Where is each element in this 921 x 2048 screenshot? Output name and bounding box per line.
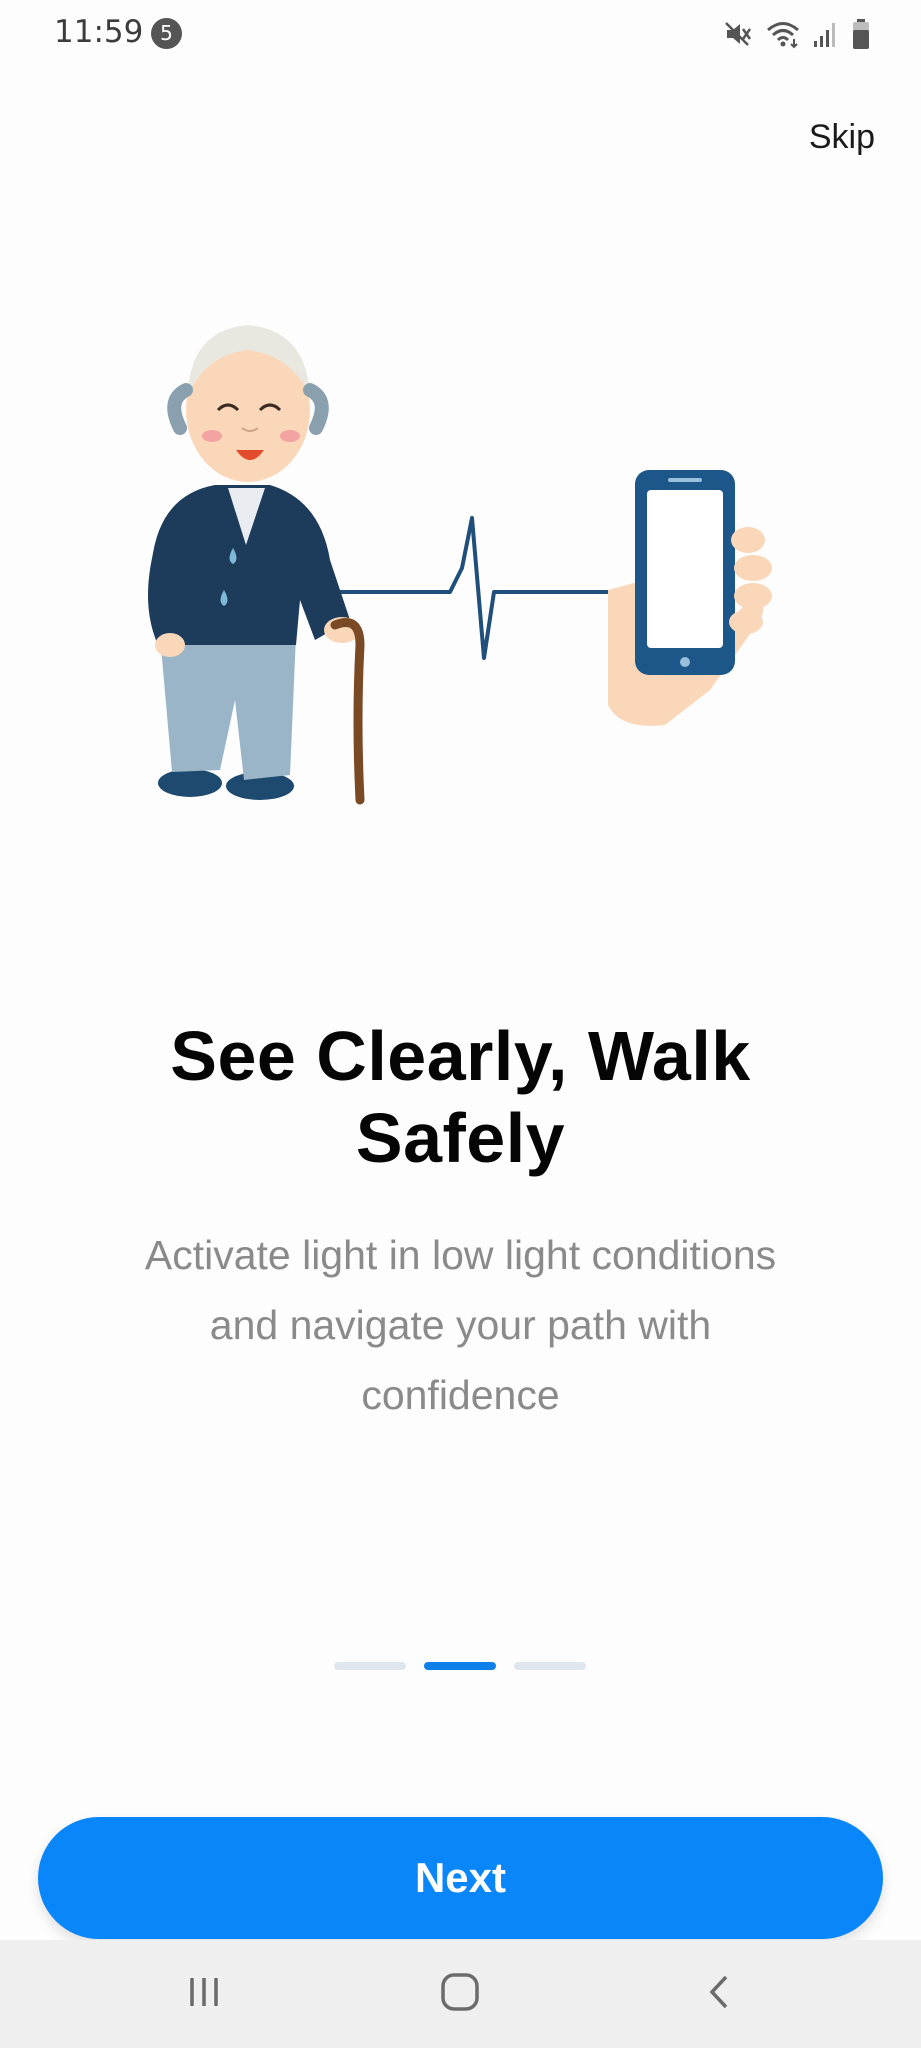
signal-icon (813, 19, 839, 49)
hero-illustration (120, 300, 800, 830)
elderly-man-figure (148, 325, 365, 805)
page-indicator-dot-3 (514, 1662, 586, 1670)
status-icons (723, 14, 871, 54)
notification-count-badge: 5 (151, 18, 182, 49)
page-indicator-dot-2-active (424, 1662, 496, 1670)
home-button[interactable] (380, 1940, 540, 2048)
system-nav-bar (0, 1940, 921, 2048)
mute-icon (723, 19, 753, 49)
onboarding-subtitle: Activate light in low light conditions a… (144, 1232, 777, 1418)
battery-icon (851, 18, 871, 50)
heartbeat-line (340, 516, 620, 660)
status-bar: 11:59 5 (0, 0, 921, 72)
recents-icon (184, 1972, 224, 2017)
wifi-icon (765, 19, 801, 49)
home-icon (438, 1970, 482, 2019)
page-indicator-dot-1 (334, 1662, 406, 1670)
status-time: 11:59 (54, 14, 144, 50)
hand-with-phone (608, 470, 772, 726)
skip-button[interactable]: Skip (809, 118, 875, 157)
back-icon (700, 1972, 740, 2017)
onboarding-title: See Clearly, Walk Safely (170, 1017, 751, 1177)
recents-button[interactable] (124, 1940, 284, 2048)
next-button[interactable]: Next (38, 1817, 883, 1939)
page-indicator (334, 1662, 586, 1670)
back-button[interactable] (640, 1940, 800, 2048)
